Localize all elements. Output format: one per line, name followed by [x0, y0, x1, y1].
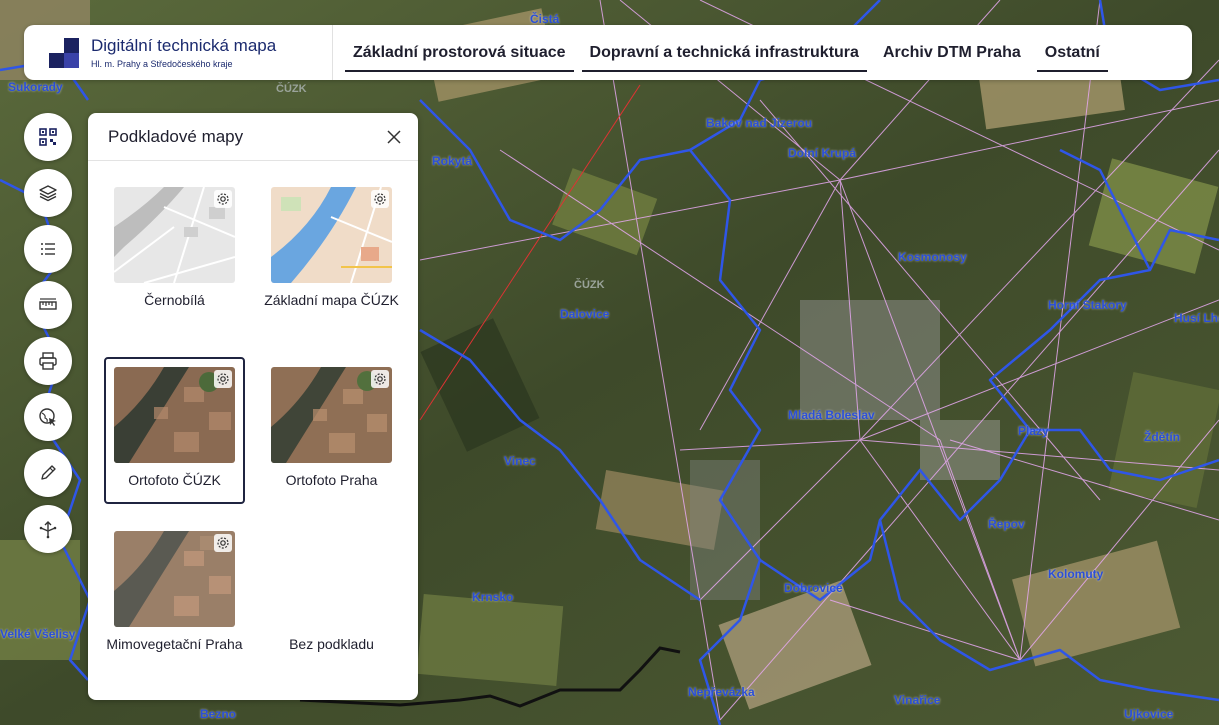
basemap-label: Bez podkladu	[289, 636, 374, 652]
basemap-option-ortofoto-praha[interactable]: Ortofoto Praha	[261, 367, 402, 488]
close-button[interactable]	[384, 127, 404, 147]
basemap-label: Základní mapa ČÚZK	[264, 292, 399, 308]
place-label: Kolomuty	[1048, 567, 1104, 581]
place-label: Dolní Krupá	[788, 146, 856, 160]
brand-title: Digitální technická mapa	[91, 35, 277, 55]
basemap-option-bez-podkladu[interactable]: Bez podkladu	[261, 531, 402, 652]
logo-icon	[49, 37, 79, 68]
basemap-option-zakladni-mapa[interactable]: Základní mapa ČÚZK	[261, 187, 402, 308]
place-label: Velké Všelisy	[0, 627, 76, 641]
place-label: Kosmonosy	[898, 250, 967, 264]
basemap-thumbnail	[114, 531, 235, 627]
printer-icon	[39, 352, 57, 370]
basemap-thumbnail-empty	[271, 531, 392, 627]
basemap-option-ortofoto-cuzk[interactable]: Ortofoto ČÚZK	[104, 357, 245, 504]
basemap-label: Mimovegetační Praha	[106, 636, 243, 652]
place-label: Dobrovice	[784, 581, 843, 595]
place-label: Horní Stakory	[1048, 298, 1127, 312]
settings-icon[interactable]	[214, 370, 232, 388]
place-label: Ujkovice	[1124, 707, 1174, 721]
close-icon	[387, 129, 401, 144]
basemap-label: Ortofoto Praha	[285, 472, 378, 488]
place-label: Řepov	[988, 517, 1025, 531]
place-label: Husí Lhota	[1174, 311, 1219, 325]
basemap-option-cernobila[interactable]: Černobílá	[104, 187, 245, 308]
layers-icon	[39, 185, 57, 202]
place-label: Plazy	[1018, 424, 1049, 438]
basemap-thumbnail	[114, 187, 235, 283]
place-label: Nepřevázka	[688, 685, 755, 699]
settings-icon[interactable]	[214, 534, 232, 552]
place-label: Bezno	[200, 707, 236, 721]
top-header: Digitální technická mapa Hl. m. Prahy a …	[24, 25, 1192, 80]
place-label: ČÚZK	[574, 279, 605, 291]
place-label: Vinařice	[894, 693, 941, 707]
panel-title: Podkladové mapy	[108, 126, 244, 146]
place-label: ČÚZK	[276, 83, 307, 95]
place-label: Krnsko	[472, 590, 514, 604]
place-label: Bakov nad Jizerou	[706, 116, 813, 130]
print-button[interactable]	[24, 337, 72, 385]
main-nav: Základní prostorová situace Dopravní a t…	[333, 25, 1116, 80]
place-label: Rokytá	[432, 154, 473, 168]
basemap-label: Ortofoto ČÚZK	[128, 472, 221, 488]
place-label: Mladá Boleslav	[788, 408, 875, 422]
globe-cursor-icon	[39, 408, 56, 426]
basemap-thumbnail	[114, 367, 235, 463]
settings-icon[interactable]	[371, 370, 389, 388]
tab-dopravni-a-technicka-infrastruktura[interactable]: Dopravní a technická infrastruktura	[581, 44, 867, 72]
place-label: Čistá	[530, 12, 560, 26]
pencil-icon	[41, 465, 56, 480]
tab-zakladni-prostorova-situace[interactable]: Základní prostorová situace	[345, 44, 574, 72]
draw-button[interactable]	[24, 449, 72, 497]
basemap-option-mimovegetacni-praha[interactable]: Mimovegetační Praha	[104, 531, 245, 652]
settings-icon[interactable]	[371, 190, 389, 208]
share-nodes-icon	[39, 521, 57, 539]
brand-subtitle: Hl. m. Prahy a Středočeského kraje	[91, 58, 233, 69]
place-label: Sukorady	[8, 80, 63, 94]
basemap-thumbnail	[271, 187, 392, 283]
identify-button[interactable]	[24, 393, 72, 441]
map-toolbar	[24, 113, 72, 561]
basemap-label: Černobílá	[144, 292, 205, 308]
tab-archiv-dtm-praha[interactable]: Archiv DTM Praha	[875, 44, 1029, 72]
basemap-button[interactable]	[24, 113, 72, 161]
list-icon	[41, 243, 55, 255]
ruler-icon	[39, 298, 57, 310]
basemap-thumbnail	[271, 367, 392, 463]
qr-grid-icon	[39, 128, 57, 146]
layers-button[interactable]	[24, 169, 72, 217]
place-label: Vinec	[504, 454, 536, 468]
legend-button[interactable]	[24, 225, 72, 273]
place-label: Dalovice	[560, 307, 610, 321]
brand-logo[interactable]: Digitální technická mapa Hl. m. Prahy a …	[24, 25, 333, 80]
settings-icon[interactable]	[214, 190, 232, 208]
tab-ostatni[interactable]: Ostatní	[1036, 44, 1108, 72]
basemap-panel: Podkladové mapy Černobílá Základní mapa …	[88, 113, 418, 700]
measure-button[interactable]	[24, 281, 72, 329]
panel-header: Podkladové mapy	[88, 113, 418, 161]
share-button[interactable]	[24, 505, 72, 553]
place-label: Ždětín	[1144, 430, 1180, 444]
